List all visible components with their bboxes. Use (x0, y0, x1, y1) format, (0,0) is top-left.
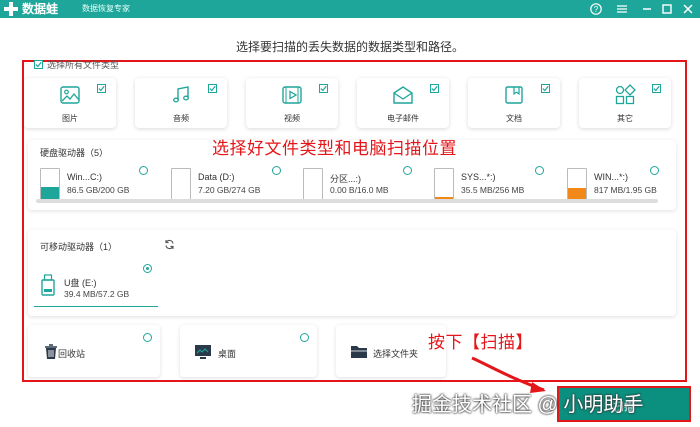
mail-icon (393, 86, 413, 104)
usb-drive-radio[interactable] (143, 264, 152, 273)
annotation-select-types: 选择好文件类型和电脑扫描位置 (212, 139, 457, 158)
app-logo-icon (4, 2, 18, 16)
drive-size: 35.5 MB/256 MB (461, 185, 525, 195)
file-type-email[interactable]: 电子邮件 (357, 78, 449, 128)
drive-size: 817 MB/1.95 GB (594, 185, 657, 195)
checkbox-icon (97, 84, 106, 93)
image-icon (60, 86, 80, 104)
drive-size: 86.5 GB/200 GB (67, 185, 130, 195)
usb-drive-icon (41, 274, 55, 296)
drive-icon (40, 168, 60, 202)
file-type-document[interactable]: 文档 (468, 78, 560, 128)
minimize-button[interactable] (639, 1, 655, 17)
music-icon (173, 86, 189, 103)
checkbox-icon (34, 60, 43, 69)
location-radio[interactable] (143, 333, 152, 342)
help-button[interactable]: ? (588, 1, 604, 17)
maximize-button[interactable] (659, 1, 675, 17)
drive-name: SYS...*:) (461, 172, 496, 182)
help-icon: ? (590, 3, 602, 15)
app-subtitle: 数据恢复专家 (82, 4, 130, 13)
svg-text:?: ? (594, 5, 599, 14)
drive-size: 0.00 B/16.0 MB (330, 185, 389, 195)
drive-icon (303, 168, 323, 202)
location-label: 回收站 (58, 349, 86, 359)
drive-icon (171, 168, 191, 202)
drive-size: 7.20 GB/274 GB (198, 185, 261, 195)
watermark: 掘金技术社区 @ 小明助手 (412, 394, 644, 416)
location-label: 桌面 (218, 349, 237, 359)
file-type-audio[interactable]: 音频 (135, 78, 227, 128)
maximize-icon (662, 4, 672, 14)
close-icon (683, 4, 693, 14)
file-type-label: 音频 (173, 114, 189, 123)
location-recycle-bin[interactable]: 回收站 (28, 325, 160, 377)
checkbox-icon (208, 84, 217, 93)
menu-button[interactable] (614, 1, 630, 17)
location-radio[interactable] (300, 333, 309, 342)
video-icon (282, 86, 302, 104)
checkbox-icon (319, 84, 328, 93)
drive-radio[interactable] (403, 166, 412, 175)
drive-icon (434, 168, 454, 202)
drive-name: Win...C:) (67, 172, 102, 182)
file-type-label: 电子邮件 (387, 114, 419, 123)
usb-drive-item[interactable]: U盘 (E:) 39.4 MB/57.2 GB (38, 272, 156, 302)
title-bar: 数据蛙 数据恢复专家 ? (0, 0, 700, 18)
drive-radio[interactable] (535, 166, 544, 175)
file-type-other[interactable]: 其它 (579, 78, 671, 128)
file-type-label: 文档 (506, 114, 522, 123)
folder-icon (351, 346, 367, 358)
drive-radio[interactable] (139, 166, 148, 175)
menu-icon (617, 5, 627, 13)
drive-radio[interactable] (650, 166, 659, 175)
drive-name: 分区...:) (330, 174, 361, 184)
drive-name: WIN...*:) (594, 172, 628, 182)
drive-name: U盘 (E:) (64, 278, 97, 288)
location-desktop[interactable]: 桌面 (180, 325, 317, 377)
desktop-icon (195, 345, 211, 359)
minimize-icon (643, 8, 651, 10)
drive-name: Data (D:) (198, 172, 235, 182)
file-type-label: 视频 (284, 114, 300, 123)
drive-size: 39.4 MB/57.2 GB (64, 289, 130, 299)
location-label: 选择文件夹 (373, 349, 419, 359)
refresh-icon[interactable] (164, 239, 175, 250)
drive-radio[interactable] (272, 166, 281, 175)
close-button[interactable] (680, 1, 696, 17)
horizontal-scrollbar[interactable] (36, 199, 658, 203)
other-icon (615, 84, 636, 105)
removable-drives-title: 可移动驱动器（1） (40, 242, 118, 252)
select-all-checkbox[interactable]: 选择所有文件类型 (34, 58, 119, 71)
instruction-text: 选择要扫描的丢失数据的数据类型和路径。 (235, 40, 464, 54)
select-all-label: 选择所有文件类型 (47, 60, 120, 70)
file-type-video[interactable]: 视频 (246, 78, 338, 128)
annotation-press-scan: 按下【扫描】 (428, 333, 533, 352)
drive-icon (567, 168, 587, 202)
file-type-label: 其它 (617, 114, 633, 123)
selection-underline (34, 306, 158, 307)
checkbox-icon (430, 84, 439, 93)
file-type-image[interactable]: 图片 (24, 78, 116, 128)
file-type-label: 图片 (62, 114, 78, 123)
app-name: 数据蛙 (22, 2, 59, 16)
document-icon (505, 86, 523, 104)
checkbox-icon (652, 84, 661, 93)
checkbox-icon (541, 84, 550, 93)
hard-drives-title: 硬盘驱动器（5） (40, 148, 109, 158)
